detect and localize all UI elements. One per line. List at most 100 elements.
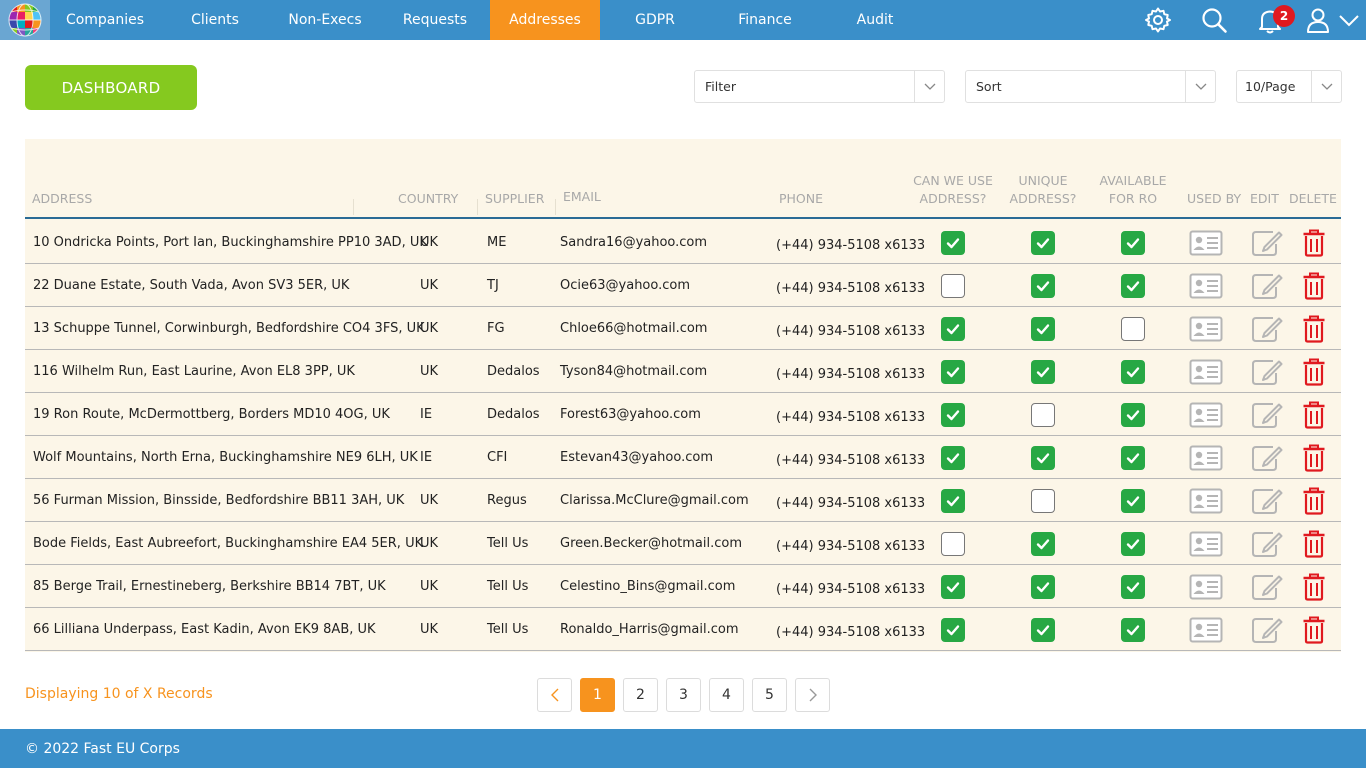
delete-button[interactable] bbox=[1294, 565, 1334, 608]
unique-address-checkbox[interactable] bbox=[1031, 617, 1055, 642]
unique-address-checkbox[interactable] bbox=[1031, 574, 1055, 599]
available-for-ro-checkbox[interactable] bbox=[1121, 359, 1145, 384]
nav-item-requests[interactable]: Requests bbox=[380, 0, 490, 40]
delete-button[interactable] bbox=[1294, 436, 1334, 479]
nav-item-audit[interactable]: Audit bbox=[820, 0, 930, 40]
can-we-use-checkbox[interactable] bbox=[941, 402, 965, 427]
page-button-5[interactable]: 5 bbox=[752, 678, 787, 712]
nav-item-gdpr[interactable]: GDPR bbox=[600, 0, 710, 40]
unique-address-checkbox[interactable] bbox=[1031, 316, 1055, 341]
header-available[interactable]: AVAILABLE FOR RO bbox=[1085, 139, 1181, 217]
edit-button[interactable] bbox=[1247, 522, 1287, 565]
can-we-use-checkbox[interactable] bbox=[941, 488, 965, 513]
can-we-use-checkbox[interactable] bbox=[941, 531, 965, 556]
next-page-button[interactable] bbox=[795, 678, 830, 712]
edit-button[interactable] bbox=[1247, 350, 1287, 393]
header-phone[interactable]: PHONE bbox=[779, 139, 823, 217]
nav-item-companies[interactable]: Companies bbox=[50, 0, 160, 40]
dashboard-button[interactable]: DASHBOARD bbox=[25, 65, 197, 110]
can-we-use-checkbox[interactable] bbox=[941, 574, 965, 599]
user-menu-button[interactable] bbox=[1298, 0, 1366, 40]
nav-item-clients[interactable]: Clients bbox=[160, 0, 270, 40]
unique-address-checkbox[interactable] bbox=[1031, 445, 1055, 470]
page-button-2[interactable]: 2 bbox=[623, 678, 658, 712]
header-country[interactable]: COUNTRY bbox=[398, 139, 458, 217]
used-by-button[interactable] bbox=[1186, 307, 1226, 350]
delete-button[interactable] bbox=[1294, 307, 1334, 350]
delete-button[interactable] bbox=[1294, 393, 1334, 436]
page-size-select[interactable]: 10/Page bbox=[1236, 70, 1342, 103]
used-by-button[interactable] bbox=[1186, 350, 1226, 393]
available-for-ro-checkbox[interactable] bbox=[1121, 488, 1145, 513]
available-for-ro-checkbox[interactable] bbox=[1121, 316, 1145, 341]
available-for-ro-checkbox[interactable] bbox=[1121, 574, 1145, 599]
edit-button[interactable] bbox=[1247, 264, 1287, 307]
nav-item-finance[interactable]: Finance bbox=[710, 0, 820, 40]
edit-button[interactable] bbox=[1247, 393, 1287, 436]
unique-address-checkbox[interactable] bbox=[1031, 273, 1055, 298]
check-mark-icon bbox=[946, 323, 960, 334]
edit-button[interactable] bbox=[1247, 307, 1287, 350]
unique-address-checkbox[interactable] bbox=[1031, 531, 1055, 556]
can-we-use-checkbox[interactable] bbox=[941, 445, 965, 470]
check-mark-icon bbox=[1036, 624, 1050, 635]
header-unique[interactable]: UNIQUE ADDRESS? bbox=[995, 139, 1091, 217]
notifications-button[interactable]: 2 bbox=[1242, 0, 1298, 40]
pencil-icon bbox=[1252, 531, 1283, 557]
app-logo[interactable] bbox=[0, 0, 50, 40]
page-button-4[interactable]: 4 bbox=[709, 678, 744, 712]
can-we-use-checkbox[interactable] bbox=[941, 617, 965, 642]
delete-button[interactable] bbox=[1294, 479, 1334, 522]
check-mark-icon bbox=[946, 366, 960, 377]
available-for-ro-checkbox[interactable] bbox=[1121, 273, 1145, 298]
header-address[interactable]: ADDRESS bbox=[32, 139, 92, 217]
nav-item-non-execs[interactable]: Non-Execs bbox=[270, 0, 380, 40]
can-we-use-checkbox[interactable] bbox=[941, 316, 965, 341]
email-cell: Ocie63@yahoo.com bbox=[560, 278, 691, 293]
used-by-button[interactable] bbox=[1186, 608, 1226, 651]
edit-button[interactable] bbox=[1247, 565, 1287, 608]
available-for-ro-checkbox[interactable] bbox=[1121, 402, 1145, 427]
prev-page-button[interactable] bbox=[537, 678, 572, 712]
settings-button[interactable] bbox=[1130, 0, 1186, 40]
sort-select[interactable]: Sort bbox=[965, 70, 1216, 103]
delete-button[interactable] bbox=[1294, 522, 1334, 565]
page-button-1[interactable]: 1 bbox=[580, 678, 615, 712]
used-by-button[interactable] bbox=[1186, 565, 1226, 608]
header-email[interactable]: EMAIL bbox=[563, 139, 601, 217]
pencil-icon bbox=[1252, 445, 1283, 471]
available-for-ro-checkbox[interactable] bbox=[1121, 445, 1145, 470]
used-by-button[interactable] bbox=[1186, 264, 1226, 307]
edit-button[interactable] bbox=[1247, 608, 1287, 651]
delete-button[interactable] bbox=[1294, 350, 1334, 393]
available-for-ro-cell bbox=[1113, 307, 1153, 350]
used-by-button[interactable] bbox=[1186, 479, 1226, 522]
unique-address-checkbox[interactable] bbox=[1031, 359, 1055, 384]
can-we-use-checkbox[interactable] bbox=[941, 273, 965, 298]
delete-button[interactable] bbox=[1294, 264, 1334, 307]
filter-select[interactable]: Filter bbox=[694, 70, 945, 103]
available-for-ro-checkbox[interactable] bbox=[1121, 230, 1145, 255]
used-by-button[interactable] bbox=[1186, 393, 1226, 436]
unique-address-checkbox[interactable] bbox=[1031, 488, 1055, 513]
can-we-use-checkbox[interactable] bbox=[941, 359, 965, 384]
edit-button[interactable] bbox=[1247, 479, 1287, 522]
nav-item-addresses[interactable]: Addresses bbox=[490, 0, 600, 40]
page-button-3[interactable]: 3 bbox=[666, 678, 701, 712]
unique-address-checkbox[interactable] bbox=[1031, 230, 1055, 255]
delete-button[interactable] bbox=[1294, 221, 1334, 264]
header-can-we-use[interactable]: CAN WE USE ADDRESS? bbox=[905, 139, 1001, 217]
supplier-cell: FG bbox=[487, 321, 505, 336]
edit-button[interactable] bbox=[1247, 436, 1287, 479]
used-by-button[interactable] bbox=[1186, 221, 1226, 264]
used-by-button[interactable] bbox=[1186, 436, 1226, 479]
header-supplier[interactable]: SUPPLIER bbox=[485, 139, 544, 217]
available-for-ro-checkbox[interactable] bbox=[1121, 617, 1145, 642]
edit-button[interactable] bbox=[1247, 221, 1287, 264]
used-by-button[interactable] bbox=[1186, 522, 1226, 565]
can-we-use-checkbox[interactable] bbox=[941, 230, 965, 255]
unique-address-checkbox[interactable] bbox=[1031, 402, 1055, 427]
search-button[interactable] bbox=[1186, 0, 1242, 40]
available-for-ro-checkbox[interactable] bbox=[1121, 531, 1145, 556]
delete-button[interactable] bbox=[1294, 608, 1334, 651]
